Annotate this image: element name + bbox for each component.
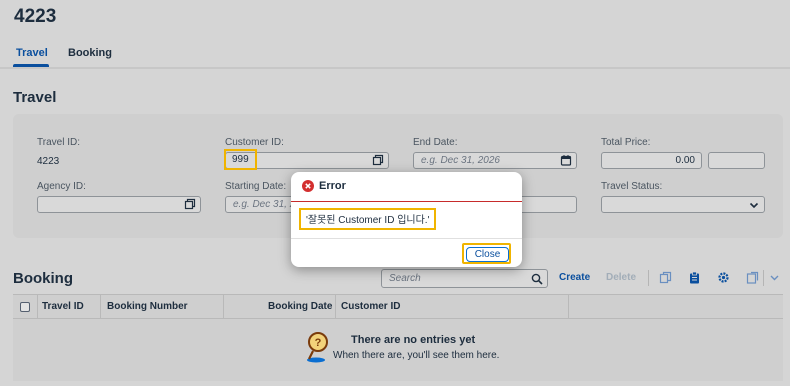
agency-id-field[interactable] [37,196,201,213]
starting-date-placeholder: e.g. Dec 31, 2 [233,199,296,210]
customer-id-field[interactable]: 999 [224,149,389,170]
travel-id-label: Travel ID: [37,137,80,148]
search-icon[interactable] [531,273,543,285]
chevron-down-icon[interactable] [769,271,780,284]
travel-section-title: Travel [13,89,57,106]
total-price-field[interactable]: 0.00 [601,152,702,169]
column-booking-number[interactable]: Booking Number [107,301,188,312]
tab-travel[interactable]: Travel [16,47,48,59]
customer-id-label: Customer ID: [225,137,284,148]
agency-id-label: Agency ID: [37,181,86,192]
currency-field[interactable] [708,152,765,169]
tab-booking[interactable]: Booking [68,47,112,59]
delete-button[interactable]: Delete [606,272,636,283]
value-help-icon[interactable] [184,198,196,210]
dialog-footer: Close [291,238,522,268]
column-separator [568,295,569,319]
customer-id-value: 999 [224,149,257,170]
booking-section-title: Booking [13,270,73,287]
close-button-focus: Close [462,243,511,264]
paste-icon[interactable] [688,271,701,284]
starting-date-label: Starting Date: [225,181,287,192]
empty-state-title: There are no entries yet [351,334,476,346]
create-button[interactable]: Create [559,272,590,283]
column-separator [37,295,38,319]
search-input[interactable]: Search [381,269,548,288]
column-separator [223,295,224,319]
select-all-checkbox[interactable] [20,302,30,312]
empty-state-icon: ? [307,332,328,363]
page-title: 4223 [14,6,57,27]
toolbar-separator [648,270,649,286]
column-customer-id[interactable]: Customer ID [341,301,400,312]
calendar-icon[interactable] [560,154,572,166]
total-price-value: 0.00 [675,155,695,166]
column-travel-id[interactable]: Travel ID [42,301,84,312]
svg-text:?: ? [315,337,322,349]
chevron-down-icon[interactable] [748,199,760,211]
close-button[interactable]: Close [466,247,509,262]
copy-icon[interactable] [659,271,672,284]
end-date-placeholder: e.g. Dec 31, 2026 [421,155,500,166]
travel-id-value: 4223 [37,156,60,167]
dialog-title: Error [319,180,346,192]
search-placeholder: Search [389,273,421,284]
booking-table-header: Travel ID Booking Number Booking Date Cu… [13,294,783,319]
column-separator [335,295,336,319]
toolbar-separator [763,270,764,286]
total-price-label: Total Price: [601,137,651,148]
error-icon [302,180,314,192]
settings-icon[interactable] [717,271,730,284]
end-date-label: End Date: [413,137,458,148]
end-date-field[interactable]: e.g. Dec 31, 2026 [413,152,577,169]
dialog-message: '잘못된 Customer ID 입니다.' [299,208,437,230]
empty-state-subtitle: When there are, you'll see them here. [333,350,500,361]
dialog-header: Error [291,172,522,202]
column-separator [100,295,101,319]
travel-status-select[interactable] [601,196,765,213]
value-help-icon[interactable] [372,154,384,166]
travel-status-label: Travel Status: [601,181,663,192]
column-booking-date[interactable]: Booking Date [268,301,332,312]
export-icon[interactable] [746,271,759,284]
header-separator [0,67,790,69]
error-dialog: Error '잘못된 Customer ID 입니다.' Close [291,172,522,267]
